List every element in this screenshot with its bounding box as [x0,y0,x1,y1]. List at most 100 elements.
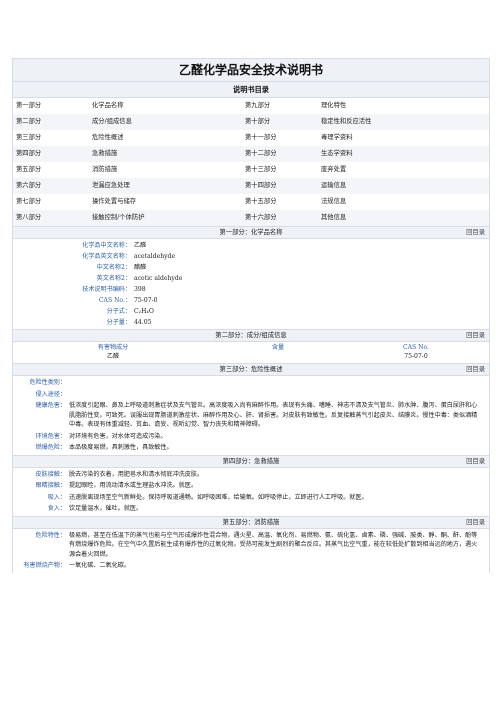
toc-part-link[interactable]: 稳定性和反应活性 [321,114,489,130]
toc-part-number: 第七部分 [16,198,42,205]
toc-part-link[interactable]: 运输信息 [321,178,489,194]
property-row: CAS No.： 75-07-0 [13,295,489,306]
toc-row: 第一部分 化学品名称 第九部分 理化特性 [13,98,489,114]
section-4-header: 第四部分：急救措施 回目录 [12,454,490,467]
property-row: 分子式： C₂H₄O [13,306,489,317]
toc-part-link[interactable]: 泄漏应急处理 [92,178,245,194]
property-value: 398 [134,286,146,293]
toc-part-number: 第十四部分 [245,182,277,189]
info-label: 危险性类别： [29,379,66,386]
toc-row: 第三部分 危险性概述 第十一部分 毒理学资料 [13,130,489,146]
info-label: 吸入： [47,493,66,501]
back-to-toc-link[interactable]: 回目录 [466,456,485,467]
toc-part-link[interactable]: 化学品名称 [92,98,245,114]
toc-part-link[interactable]: 法规信息 [321,194,489,210]
info-text [66,378,75,388]
info-label: 有害燃烧产物： [23,562,66,569]
cas-value: 75-07-0 [404,353,428,360]
property-label: 化学品中文名称： [82,242,131,249]
property-value: C₂H₄O [134,308,154,315]
toc-part-number: 第十二部分 [245,150,277,157]
toc-part-number: 第三部分 [16,134,42,141]
section-5-header: 第五部分：消防措施 回目录 [12,515,490,528]
section-1-header: 第一部分：化学品名称 回目录 [12,226,490,238]
property-row: 化学品中文名称： 乙醛 [13,240,489,251]
property-value: acetic aldehyde [134,275,183,282]
toc-part-number: 第一部分 [16,102,42,109]
toc-part-number: 第十三部分 [245,166,277,173]
info-row: 皮肤接触： 脱去污染的衣着，用肥皂水和清水彻底冲洗皮肤。 [13,469,489,481]
section-4-title: 第四部分：急救措施 [222,457,280,465]
section-4-body: 皮肤接触： 脱去污染的衣着，用肥皂水和清水彻底冲洗皮肤。 眼睛接触： 提起眼睑，用流动… [12,466,490,516]
property-row: 技术说明书编码： 398 [13,284,489,295]
property-label: 英文名称2： [96,275,131,282]
info-text: 本品极度易燃，具刺激性，具致敏性。 [69,444,173,451]
toc-part-link[interactable]: 消防措施 [92,162,245,178]
property-label: 技术说明书编码： [82,286,131,293]
section-2-title: 第二部分：成分/组成信息 [215,332,287,339]
info-row: 健康危害： 低浓度引起眼、鼻及上呼吸道刺激症状及支气管炎。高浓度吸入尚有麻醉作用。… [13,400,489,431]
property-value: 醋醛 [134,264,147,271]
info-row: 危险特性： 极易燃，甚至在低温下的蒸气也能与空气形成爆炸性混合物，遇火星、高温、氧… [13,530,489,561]
info-text: 一氧化碳、二氧化碳。 [69,562,130,569]
info-row: 眼睛接触： 提起眼睑，用流动清水或生理盐水冲洗。就医。 [13,480,489,492]
toc-row: 第四部分 急救措施 第十二部分 生态学资料 [13,146,489,162]
info-label: 燃爆危险： [35,444,66,451]
property-row: 英文名称2： acetic aldehyde [13,273,489,284]
toc-part-number: 第十部分 [245,118,271,125]
section-3-header: 第三部分：危险性概述 回目录 [12,363,490,375]
section-1-body: 化学品中文名称： 乙醛 化学品英文名称： acetaldehyde 中文名称2： 醋醛 英文… [12,238,490,329]
toc-part-link[interactable]: 危险性概述 [92,130,245,146]
property-label: 分子量： [106,319,131,326]
toc-row: 第二部分 成分/组成信息 第十部分 稳定性和反应活性 [13,114,489,130]
info-text: 脱去污染的衣着，用肥皂水和清水彻底冲洗皮肤。 [69,470,204,478]
toc-part-link[interactable]: 废弃处置 [321,162,489,178]
toc-part-link[interactable]: 毒理学资料 [321,130,489,146]
document-title: 乙醛化学品安全技术说明书 [12,58,490,81]
info-row: 吸入： 迅速脱离现场至空气新鲜处。保持呼吸道通畅。如呼吸困难，给输氧。如呼吸停止，… [13,492,489,504]
info-text: 提起眼睑，用流动清水或生理盐水冲洗。就医。 [69,482,197,489]
toc-table: 第一部分 化学品名称 第九部分 理化特性 第二部分 成分/组成信息 第十部分 稳定性和反应活性… [12,97,490,226]
property-row: 中文名称2： 醋醛 [13,262,489,273]
property-value: acetaldehyde [134,253,176,260]
toc-part-link[interactable]: 操作处置与储存 [92,194,245,210]
back-to-toc-link[interactable]: 回目录 [466,330,485,341]
toc-part-number: 第二部分 [16,118,42,125]
toc-part-link[interactable]: 其他信息 [321,210,489,226]
toc-part-number: 第五部分 [16,166,42,173]
info-label: 侵入途径： [35,390,66,398]
back-to-toc-link[interactable]: 回目录 [466,227,485,238]
toc-part-link[interactable]: 理化特性 [321,98,489,114]
toc-part-number: 第十六部分 [245,214,277,221]
toc-title: 说明书目录 [12,81,490,97]
toc-part-number: 第八部分 [16,214,42,221]
info-label: 食入： [47,505,66,512]
toc-part-link[interactable]: 接触控制/个体防护 [92,210,245,226]
toc-part-link[interactable]: 生态学资料 [321,146,489,162]
section-2-header: 第二部分：成分/组成信息 回目录 [12,329,490,341]
info-label: 眼睛接触： [35,482,66,489]
info-row: 侵入途径： [13,389,489,401]
toc-row: 第六部分 泄漏应急处理 第十四部分 运输信息 [13,178,489,194]
component-value: 乙醛 [106,353,120,360]
property-value: 75-07-0 [134,297,158,304]
info-text: 对环境有危害，对水体可造成污染。 [69,432,167,440]
back-to-toc-link[interactable]: 回目录 [466,517,485,528]
info-row: 燃爆危险： 本品极度易燃，具刺激性，具致敏性。 [13,442,489,454]
toc-part-link[interactable]: 成分/组成信息 [92,114,245,130]
info-text: 低浓度引起眼、鼻及上呼吸道刺激症状及支气管炎。高浓度吸入尚有麻醉作用。表现有头痛… [69,402,478,428]
property-value: 44.05 [134,319,152,326]
section-3-title: 第三部分：危险性概述 [219,366,283,373]
content-value [213,353,343,361]
info-row: 有害燃烧产物： 一氧化碳、二氧化碳。 [13,560,489,572]
info-row: 危险性类别： [13,377,489,389]
info-row: 食入： 饮足量温水，催吐。就医。 [13,503,489,515]
toc-part-number: 第十一部分 [245,134,277,141]
info-label: 健康危害： [35,402,66,409]
back-to-toc-link[interactable]: 回目录 [466,364,485,375]
property-value: 乙醛 [134,242,147,249]
info-text [66,390,75,400]
toc-part-number: 第四部分 [16,150,42,157]
toc-part-link[interactable]: 急救措施 [92,146,245,162]
section-5-title: 第五部分：消防措施 [222,518,280,526]
